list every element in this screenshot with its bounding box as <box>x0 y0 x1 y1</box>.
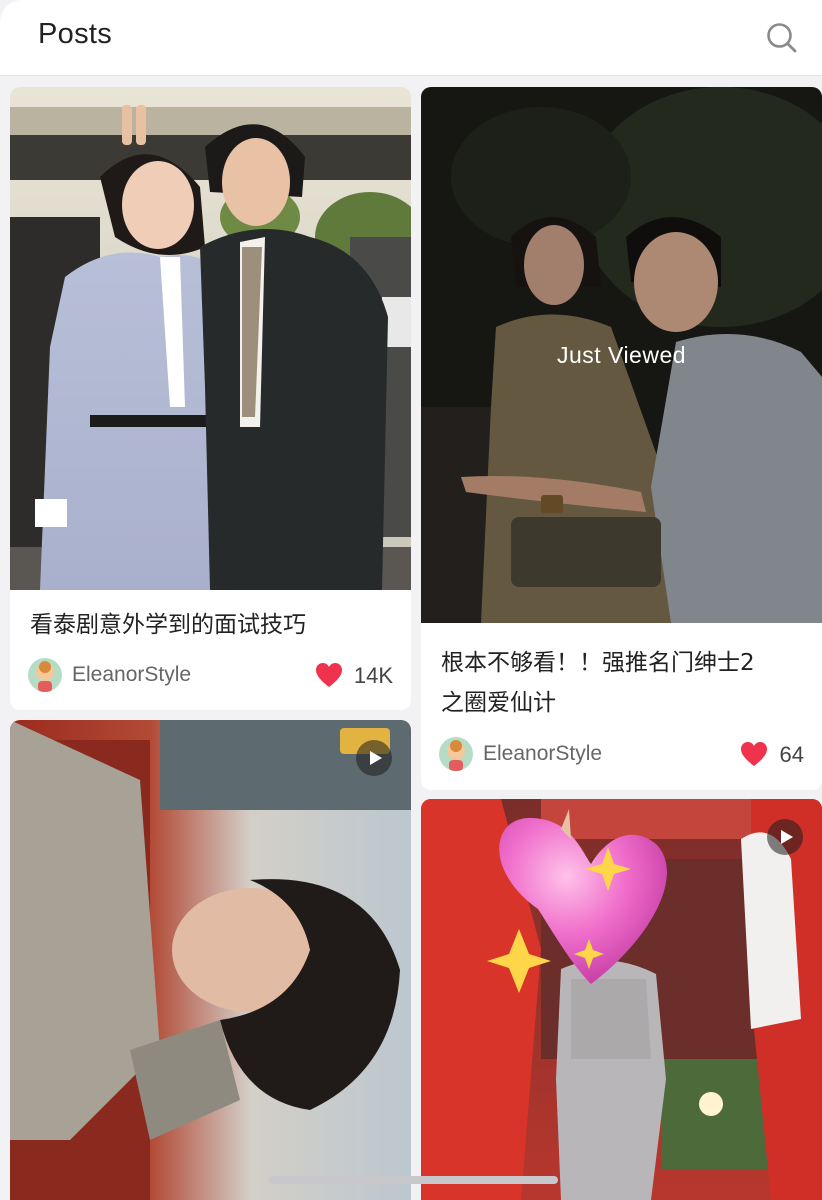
page-title: Posts <box>38 18 113 50</box>
play-icon <box>781 830 793 844</box>
post-meta: EleanorStyle 64 <box>439 736 804 772</box>
post-photo[interactable] <box>10 720 411 1200</box>
post-card[interactable]: Just Viewed 根本不够看！！强推名门绅士2 之圈爱仙计 Eleanor… <box>421 87 822 790</box>
just-viewed-overlay: Just Viewed <box>556 342 687 368</box>
avatar-cartoon <box>439 737 473 771</box>
like-count: 14K <box>353 663 393 688</box>
post-card-video[interactable] <box>421 799 822 1200</box>
top-bar: Posts <box>0 0 822 76</box>
avatar-cartoon <box>28 658 62 692</box>
author-avatar[interactable] <box>28 658 62 692</box>
author-avatar[interactable] <box>439 737 473 771</box>
video-play-button[interactable] <box>356 740 392 776</box>
search-icon <box>767 23 797 53</box>
post-title-line-2[interactable]: 之圈爱仙计 <box>441 683 556 723</box>
post-photo[interactable] <box>421 799 822 1200</box>
play-icon <box>370 751 382 765</box>
post-photo[interactable] <box>10 87 411 590</box>
heart-icon <box>741 742 767 766</box>
post-title-line-1[interactable]: 根本不够看！！强推名门绅士2 <box>441 643 755 683</box>
like-button[interactable]: 64 <box>724 740 804 770</box>
video-play-button[interactable] <box>767 819 803 855</box>
home-indicator[interactable] <box>268 1176 558 1184</box>
search-button[interactable] <box>764 20 800 56</box>
author-name[interactable]: EleanorStyle <box>72 663 191 687</box>
like-button[interactable]: 14K <box>313 661 393 691</box>
post-title[interactable]: 看泰剧意外学到的面试技巧 <box>30 605 306 645</box>
post-card-video[interactable] <box>10 720 411 1200</box>
heart-icon <box>316 663 342 687</box>
post-meta: EleanorStyle 14K <box>28 657 393 693</box>
post-card[interactable]: 看泰剧意外学到的面试技巧 EleanorStyle 14K <box>10 87 411 710</box>
like-count: 64 <box>779 742 804 767</box>
author-name[interactable]: EleanorStyle <box>483 742 602 766</box>
